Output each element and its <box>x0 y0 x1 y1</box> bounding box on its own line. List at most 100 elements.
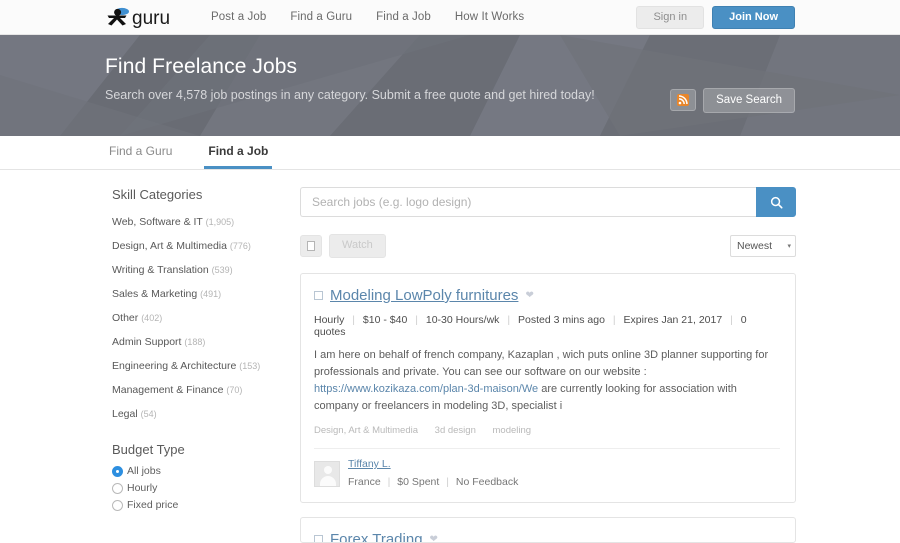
radio-icon[interactable] <box>112 482 123 494</box>
job-tag[interactable]: 3d design <box>435 425 476 436</box>
poster-country: France <box>348 476 381 489</box>
meta-separator: | <box>730 314 733 326</box>
meta-separator: | <box>446 476 449 489</box>
sign-in-button[interactable]: Sign in <box>636 6 705 29</box>
budget-option-all-jobs[interactable]: All jobs <box>112 465 290 477</box>
job-select-checkbox[interactable] <box>314 535 323 543</box>
budget-option-fixed-price[interactable]: Fixed price <box>112 499 290 511</box>
budget-option-hourly[interactable]: Hourly <box>112 482 290 494</box>
category-label: Legal <box>112 408 138 420</box>
sidebar-item-design-art-multimedia[interactable]: Design, Art & Multimedia (776) <box>112 240 290 252</box>
poster-spent: $0 Spent <box>397 476 440 489</box>
meta-separator: | <box>612 314 616 326</box>
sidebar-item-admin-support[interactable]: Admin Support (188) <box>112 336 290 348</box>
category-label: Sales & Marketing <box>112 288 198 300</box>
filters-sidebar: Skill Categories Web, Software & IT (1,9… <box>104 170 290 511</box>
search-icon <box>770 196 783 209</box>
section-tabs: Find a Guru Find a Job <box>0 136 900 170</box>
svg-text:guru: guru <box>132 8 170 28</box>
job-title-row: Forex Trading ❤ <box>314 531 780 543</box>
radio-icon[interactable] <box>112 499 123 511</box>
sidebar-item-sales-marketing[interactable]: Sales & Marketing (491) <box>112 288 290 300</box>
join-now-button[interactable]: Join Now <box>712 6 795 29</box>
sort-dropdown[interactable]: Newest ▾ <box>730 235 796 257</box>
hero-actions: Save Search <box>670 88 795 113</box>
guru-logo-mark: guru <box>107 7 170 28</box>
job-tag[interactable]: Design, Art & Multimedia <box>314 425 418 436</box>
avatar <box>314 461 340 488</box>
sidebar-item-web-software-it[interactable]: Web, Software & IT (1,905) <box>112 216 290 228</box>
save-search-button[interactable]: Save Search <box>703 88 795 113</box>
budget-option-label: Hourly <box>127 482 158 494</box>
poster-feedback: No Feedback <box>455 476 519 489</box>
tab-find-a-guru[interactable]: Find a Guru <box>105 144 176 169</box>
meta-separator: | <box>507 314 511 326</box>
category-count: (70) <box>226 385 243 395</box>
meta-separator: | <box>415 314 418 326</box>
job-meta-posted: Posted 3 mins ago <box>517 314 605 326</box>
budget-option-label: All jobs <box>127 465 161 477</box>
category-label: Design, Art & Multimedia <box>112 240 227 252</box>
job-tag[interactable]: modeling <box>493 425 532 436</box>
job-meta-type: Hourly <box>314 314 345 326</box>
checkbox-icon <box>307 241 315 251</box>
hero-banner: Find Freelance Jobs Search over 4,578 jo… <box>0 35 900 136</box>
job-meta: Hourly | $10 - $40 | 10-30 Hours/wk | Po… <box>314 314 780 338</box>
tab-find-a-job[interactable]: Find a Job <box>204 144 273 169</box>
budget-option-label: Fixed price <box>127 499 179 511</box>
poster-name-link[interactable]: Tiffany L. <box>348 458 518 470</box>
results-toolbar: Watch Newest ▾ <box>300 234 796 258</box>
search-input[interactable] <box>300 187 756 217</box>
select-all-checkbox-button[interactable] <box>300 235 322 257</box>
rss-feed-button[interactable] <box>670 89 697 112</box>
category-label: Management & Finance <box>112 384 224 396</box>
sidebar-item-other[interactable]: Other (402) <box>112 312 290 324</box>
poster-details: Tiffany L. France | $0 Spent | No Feedba… <box>348 458 518 490</box>
watch-button[interactable]: Watch <box>329 234 386 258</box>
category-count: (188) <box>184 337 206 347</box>
nav-find-a-guru[interactable]: Find a Guru <box>290 11 352 23</box>
category-count: (1,905) <box>205 217 235 227</box>
category-count: (54) <box>140 409 157 419</box>
job-title-link[interactable]: Forex Trading <box>330 531 423 542</box>
job-title-link[interactable]: Modeling LowPoly furnitures <box>330 287 518 304</box>
guru-logo[interactable]: guru <box>105 6 189 28</box>
nav-how-it-works[interactable]: How It Works <box>455 11 524 23</box>
heart-icon[interactable]: ❤ <box>525 290 533 301</box>
radio-icon-selected[interactable] <box>112 465 123 477</box>
meta-separator: | <box>352 314 355 326</box>
job-card[interactable]: Forex Trading ❤ <box>300 517 796 543</box>
nav-post-a-job[interactable]: Post a Job <box>211 11 266 23</box>
job-search-bar <box>300 187 796 217</box>
job-tags: Design, Art & Multimedia 3d design model… <box>314 425 780 436</box>
job-results-column: Watch Newest ▾ Modeling LowPoly furnitur… <box>290 170 796 543</box>
nav-find-a-job[interactable]: Find a Job <box>376 11 431 23</box>
sidebar-item-management-finance[interactable]: Management & Finance (70) <box>112 384 290 396</box>
page-body: Skill Categories Web, Software & IT (1,9… <box>0 170 900 543</box>
page-title: Find Freelance Jobs <box>105 55 298 78</box>
job-title-row: Modeling LowPoly furnitures ❤ <box>314 287 780 304</box>
sidebar-item-engineering-architecture[interactable]: Engineering & Architecture (153) <box>112 360 290 372</box>
poster-meta: France | $0 Spent | No Feedback <box>348 476 518 488</box>
auth-actions: Sign in Join Now <box>636 0 795 35</box>
meta-separator: | <box>387 476 391 489</box>
sort-value: Newest <box>737 240 773 252</box>
search-button[interactable] <box>756 187 796 217</box>
job-meta-hours: 10-30 Hours/wk <box>425 314 500 326</box>
job-select-checkbox[interactable] <box>314 291 323 300</box>
description-link[interactable]: https://www.kozikaza.com/plan-3d-maison/… <box>314 383 538 395</box>
rss-icon <box>677 94 690 107</box>
sidebar-item-writing-translation[interactable]: Writing & Translation (539) <box>112 264 290 276</box>
category-count: (776) <box>229 241 251 251</box>
sidebar-item-legal[interactable]: Legal (54) <box>112 408 290 420</box>
top-navigation-bar: guru Post a Job Find a Guru Find a Job H… <box>0 0 900 35</box>
category-count: (153) <box>239 361 261 371</box>
category-label: Admin Support <box>112 336 182 348</box>
category-label: Engineering & Architecture <box>112 360 237 372</box>
job-card[interactable]: Modeling LowPoly furnitures ❤ Hourly | $… <box>300 273 796 504</box>
budget-type-heading: Budget Type <box>112 442 185 457</box>
description-text-before: I am here on behalf of french company, K… <box>314 349 769 379</box>
category-label: Other <box>112 312 139 324</box>
heart-icon[interactable]: ❤ <box>430 534 438 542</box>
job-description: I am here on behalf of french company, K… <box>314 347 780 415</box>
